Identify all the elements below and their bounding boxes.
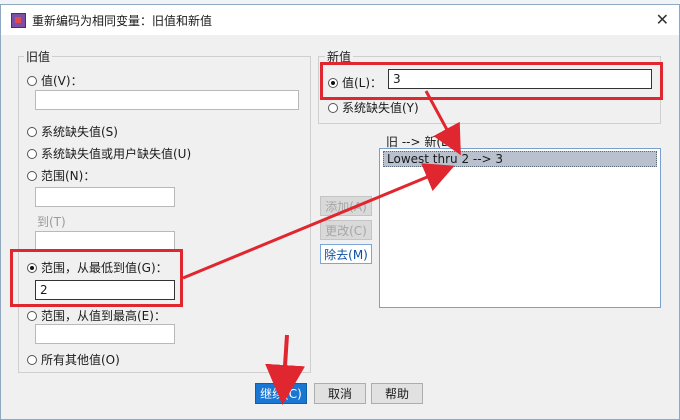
- arrow-old-to-list: [182, 163, 455, 280]
- arrow-new-to-list: [424, 90, 461, 156]
- annotation-arrows: [182, 90, 461, 405]
- arrow-to-continue: [265, 334, 306, 405]
- recode-dialog: 重新编码为相同变量：旧值和新值 ✕ 旧值 值(V)： 系统缺失值(S) 系统缺失…: [0, 4, 680, 420]
